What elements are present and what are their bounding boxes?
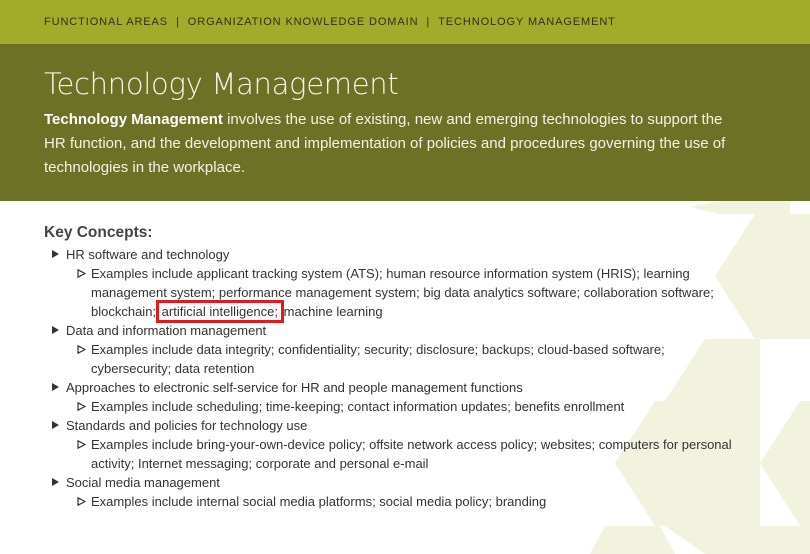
breadcrumb-item-technology: TECHNOLOGY MANAGEMENT [438, 16, 616, 28]
concept-label: Approaches to electronic self-service fo… [66, 380, 523, 395]
bullet-triangle-icon [52, 250, 59, 258]
concept-item: Standards and policies for technology us… [44, 416, 734, 435]
concept-example: Examples include applicant tracking syst… [44, 264, 734, 323]
concept-label: Social media management [66, 475, 220, 490]
bullet-triangle-icon [52, 383, 59, 391]
concept-example: Examples include data integrity; confide… [44, 340, 734, 378]
breadcrumb-item-organization[interactable]: ORGANIZATION KNOWLEDGE DOMAIN [188, 16, 419, 28]
concept-example-text: Examples include data integrity; confide… [91, 342, 665, 376]
bullet-outline-triangle-icon [77, 345, 86, 354]
description-bold-term: Technology Management [44, 111, 223, 128]
concept-example: Examples include internal social media p… [44, 492, 734, 511]
bullet-outline-triangle-icon [77, 402, 86, 411]
key-concepts-title: Key Concepts: [44, 224, 153, 241]
breadcrumb-separator: | [176, 16, 180, 28]
bullet-outline-triangle-icon [77, 269, 86, 278]
concept-example: Examples include scheduling; time-keepin… [44, 397, 734, 416]
concept-example: Examples include bring-your-own-device p… [44, 435, 734, 473]
concept-label: Standards and policies for technology us… [66, 418, 308, 433]
hero-banner: Technology Management Technology Managem… [0, 44, 810, 201]
breadcrumb: FUNCTIONAL AREAS | ORGANIZATION KNOWLEDG… [0, 0, 810, 44]
concept-example-text: Examples include bring-your-own-device p… [91, 437, 732, 471]
concept-label: Data and information management [66, 323, 267, 338]
key-concepts-section: Key Concepts: HR software and technology… [44, 223, 734, 511]
bullet-outline-triangle-icon [77, 497, 86, 506]
breadcrumb-separator: | [426, 16, 431, 28]
highlighted-term: artificial intelligence; [155, 300, 285, 323]
concept-example-text-after: machine learning [280, 304, 383, 319]
page-title: Technology Management [44, 67, 399, 101]
concept-item: Social media management [44, 473, 734, 492]
bullet-triangle-icon [52, 326, 59, 334]
page-description: Technology Management involves the use o… [44, 108, 744, 180]
concept-item: HR software and technology [44, 245, 734, 264]
concept-label: HR software and technology [66, 247, 230, 262]
content-area: Key Concepts: HR software and technology… [0, 201, 810, 554]
bullet-triangle-icon [52, 421, 59, 429]
concept-item: Approaches to electronic self-service fo… [44, 378, 734, 397]
bullet-outline-triangle-icon [77, 440, 86, 449]
concept-example-text: Examples include scheduling; time-keepin… [91, 399, 625, 414]
concept-item: Data and information management [44, 321, 734, 340]
bullet-triangle-icon [52, 478, 59, 486]
breadcrumb-item-functional-areas[interactable]: FUNCTIONAL AREAS [44, 16, 168, 28]
concept-example-text: Examples include internal social media p… [91, 494, 547, 509]
